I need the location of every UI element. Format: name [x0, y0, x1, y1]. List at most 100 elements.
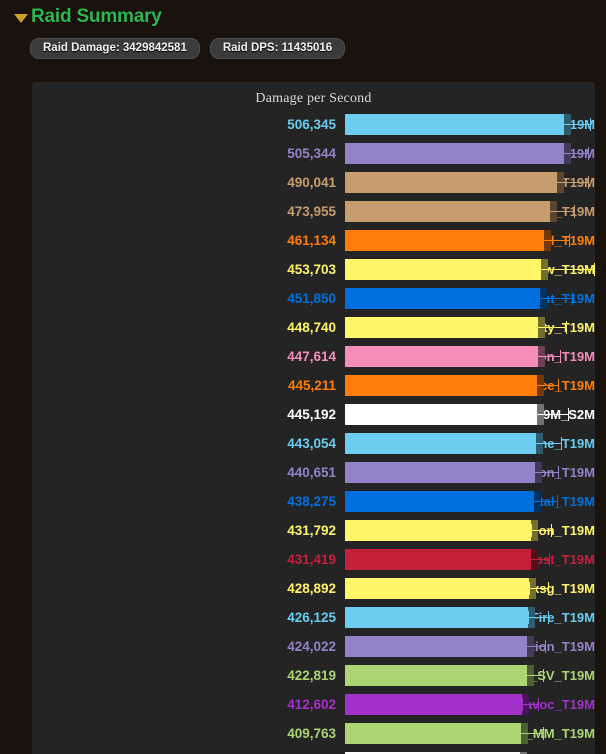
dps-row[interactable]: Warlock_Demonology_T19M505,344 — [32, 143, 595, 172]
dps-bar[interactable] — [345, 636, 535, 657]
dps-bar[interactable] — [345, 143, 571, 164]
dps-bar[interactable] — [345, 259, 548, 280]
error-bar-line — [545, 182, 589, 183]
dps-bar-track — [345, 694, 595, 715]
dps-row[interactable]: Mage_Frost_T19M506,345 — [32, 114, 595, 143]
raid-stats-bar: Raid Damage: 3429842581 Raid DPS: 114350… — [30, 38, 606, 59]
dps-row[interactable]: Mage_Fire_T19M 426,125 — [32, 607, 595, 636]
error-bar-low-tick — [530, 524, 532, 537]
dps-bar[interactable] — [345, 665, 534, 686]
error-bar-high-tick — [543, 669, 545, 682]
dps-row[interactable]: Priest_Shadow_T19M_S2M445,192 — [32, 404, 595, 433]
error-bar-low-tick — [529, 466, 531, 479]
dps-bar[interactable] — [345, 578, 537, 599]
dps-row[interactable]: Warlock_Affliction_T19M440,651 — [32, 462, 595, 491]
dps-value-label: 453,703 — [287, 262, 336, 277]
dps-row[interactable]: Warrior_Arms_T19M490,041 — [32, 172, 595, 201]
error-bar-low-tick — [541, 205, 543, 218]
error-bar-high-tick — [542, 727, 544, 740]
error-bar-low-tick — [531, 379, 533, 392]
dps-row[interactable]: Hunter_MM_T19M 409,763 — [32, 723, 595, 752]
dps-row[interactable]: Druid_Balance_T19M445,211 — [32, 375, 595, 404]
dps-bar[interactable] — [345, 462, 542, 483]
dps-bar[interactable] — [345, 723, 528, 744]
dps-bar[interactable] — [345, 288, 547, 309]
dps-row[interactable]: Rogue_Subtlety_T19M448,740 — [32, 317, 595, 346]
dps-bar[interactable] — [345, 346, 545, 367]
dps-bar[interactable] — [345, 404, 544, 425]
dps-bar-track — [345, 723, 595, 744]
dps-bar[interactable] — [345, 317, 546, 338]
error-bar-line — [528, 501, 558, 502]
dps-bar[interactable] — [345, 375, 544, 396]
dps-bar[interactable] — [345, 694, 530, 715]
dps-row[interactable]: Hunter_SV_T19M 422,819 — [32, 665, 595, 694]
error-bar-low-tick — [545, 176, 546, 189]
dps-bar[interactable] — [345, 520, 538, 541]
error-bar-high-tick — [560, 350, 562, 363]
dps-row[interactable]: Rogue_Assassination_Exsg_T19M428,892 — [32, 578, 595, 607]
error-bar-high-tick — [557, 466, 559, 479]
dps-value-label: 424,022 — [287, 639, 336, 654]
dps-bar-track — [345, 404, 595, 425]
dps-value-label: 409,763 — [287, 726, 336, 741]
dps-bar[interactable] — [345, 491, 541, 512]
error-bar-low-tick — [516, 727, 518, 740]
dps-bar-track — [345, 491, 595, 512]
dps-bar-track — [345, 143, 595, 164]
page-title: Raid Summary — [31, 6, 162, 27]
dps-row[interactable]: Demon_Hunter_Havoc_T19M412,602 — [32, 694, 595, 723]
dps-value-label: 445,211 — [287, 378, 336, 393]
raid-damage-badge[interactable]: Raid Damage: 3429842581 — [30, 38, 200, 59]
error-bar-high-tick — [538, 698, 540, 711]
error-bar-low-tick — [525, 640, 527, 653]
error-bar-line — [516, 733, 543, 734]
dps-value-label: 447,614 — [287, 349, 336, 364]
dps-value-label: 451,850 — [287, 291, 336, 306]
dps-row[interactable]: Mage_Arcane_T19M443,054 — [32, 433, 595, 462]
dps-bar-track — [345, 288, 595, 309]
error-bar-high-tick — [565, 321, 567, 334]
dps-bar[interactable] — [345, 201, 557, 222]
dps-row[interactable]: Rogue_Outlaw_T19M453,703 — [32, 259, 595, 288]
dps-row[interactable]: Death_Knight_Frost_T19M431,419 — [32, 549, 595, 578]
dps-row[interactable]: Druid_Feral_T19M461,134 — [32, 230, 595, 259]
dps-bar-track — [345, 636, 595, 657]
dps-row[interactable]: Warlock_Destruction_T19M424,022 — [32, 636, 595, 665]
raid-summary-section-toggle[interactable]: Raid Summary — [14, 4, 606, 30]
dps-value-label: 473,955 — [287, 204, 336, 219]
error-bar-high-tick — [548, 611, 550, 624]
dps-bar[interactable] — [345, 230, 551, 251]
dps-bar-track — [345, 114, 595, 135]
error-bar-high-tick — [568, 408, 570, 421]
error-bar-low-tick — [528, 408, 530, 421]
dps-bar[interactable] — [345, 607, 536, 628]
error-bar-line — [527, 298, 572, 299]
raid-dps-badge[interactable]: Raid DPS: 11435016 — [209, 38, 346, 59]
dps-value-label: 426,125 — [287, 610, 336, 625]
error-bar-line — [530, 559, 550, 560]
error-bar-high-tick — [557, 495, 559, 508]
report-header: Raid Summary Raid Damage: 3429842581 Rai… — [0, 0, 606, 59]
dps-row[interactable]: Shaman_Elemental_T19M438,275 — [32, 491, 595, 520]
dps-row[interactable]: Warrior_Fury_T19M473,955 — [32, 201, 595, 230]
error-bar-line — [541, 211, 574, 212]
dps-value-label: 412,602 — [287, 697, 336, 712]
dps-bar[interactable] — [345, 549, 538, 570]
dps-bar-track — [345, 201, 595, 222]
dps-row[interactable]: Shaman_Enhancement_T19M451,850 — [32, 288, 595, 317]
dps-bar[interactable] — [345, 433, 543, 454]
dps-value-label: 428,892 — [287, 581, 336, 596]
dps-value-label: 461,134 — [287, 233, 336, 248]
dps-bar[interactable] — [345, 172, 564, 193]
dps-bar[interactable] — [345, 114, 572, 135]
dps-row[interactable]: Rogue_Assassination_T19M431,792 — [32, 520, 595, 549]
error-bar-line — [534, 327, 566, 328]
error-bar-line — [528, 588, 549, 589]
error-bar-high-tick — [545, 640, 547, 653]
error-bar-line — [530, 530, 552, 531]
triangle-down-icon[interactable] — [14, 13, 28, 23]
dps-bar-track — [345, 172, 595, 193]
dps-bar-track — [345, 230, 595, 251]
dps-row[interactable]: Paladin_Retribution_T19M447,614 — [32, 346, 595, 375]
